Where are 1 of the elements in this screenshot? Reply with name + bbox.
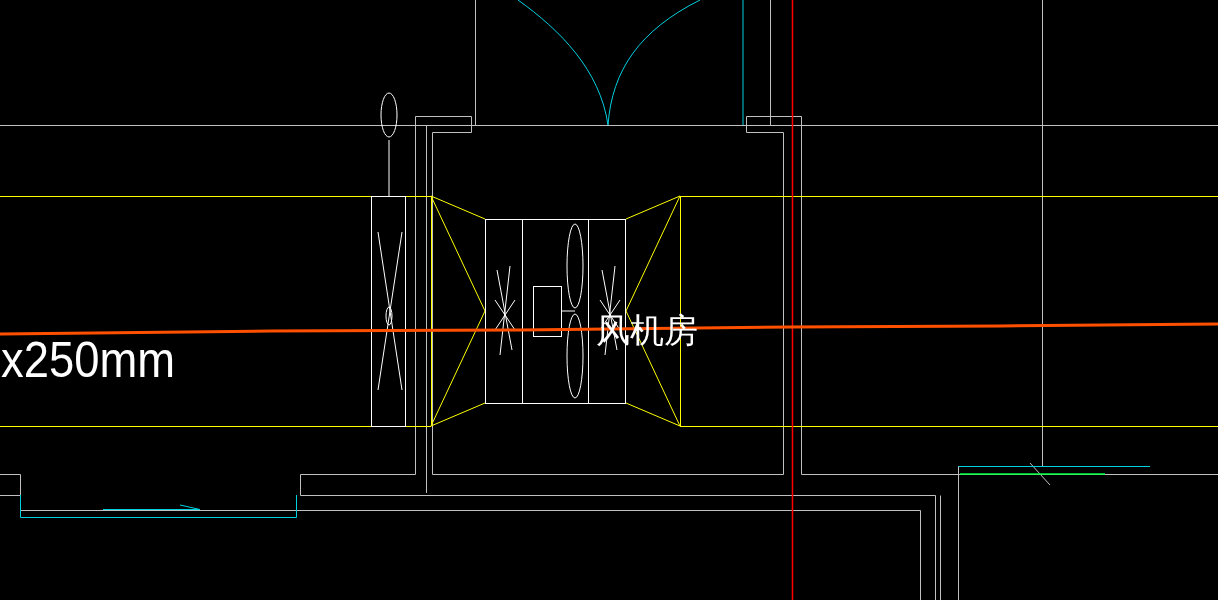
dimension-label: x250mm — [1, 332, 193, 388]
